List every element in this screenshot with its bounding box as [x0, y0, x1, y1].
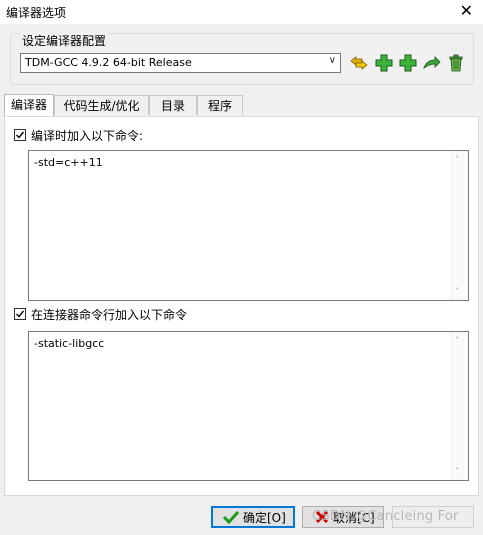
- ok-button[interactable]: 确定[O]: [211, 506, 295, 528]
- find-sets-button[interactable]: [422, 53, 442, 73]
- find-sets-icon: [423, 56, 441, 70]
- rename-set-icon: [350, 56, 368, 70]
- delete-set-button[interactable]: [446, 53, 466, 73]
- compile-cmd-checkbox[interactable]: [14, 129, 26, 141]
- window-title: 编译器选项: [6, 6, 67, 20]
- compile-cmd-label: 编译时加入以下命令:: [31, 129, 144, 143]
- compiler-set-select[interactable]: TDM-GCC 4.9.2 64-bit Release ∨: [20, 53, 341, 73]
- compile-cmd-textarea[interactable]: -std=c++11 ˄ ˅: [28, 150, 469, 301]
- checkmark-icon: [223, 510, 239, 524]
- tab-codegen[interactable]: 代码生成/优化: [54, 95, 149, 115]
- rename-set-button[interactable]: [349, 53, 369, 73]
- compile-cmd-scrollbar[interactable]: ˄ ˅: [451, 151, 468, 300]
- scroll-down-icon[interactable]: ˅: [455, 287, 459, 296]
- add-set-icon: [375, 54, 393, 72]
- ok-label: 确定[O]: [243, 510, 286, 525]
- scroll-down-icon[interactable]: ˅: [455, 467, 459, 476]
- linker-cmd-textarea[interactable]: -static-libgcc ˄ ˅: [28, 331, 469, 481]
- tab-label: 程序: [207, 99, 232, 113]
- tab-label: 编译器: [10, 98, 47, 112]
- compiler-set-value: TDM-GCC 4.9.2 64-bit Release: [25, 56, 192, 69]
- watermark-text: CSDN @Cancleing For: [312, 509, 459, 524]
- linker-cmd-scrollbar[interactable]: ˄ ˅: [451, 332, 468, 480]
- add-set-button[interactable]: [374, 53, 394, 73]
- add-set-from-folder-button[interactable]: [398, 53, 418, 73]
- chevron-down-icon: ∨: [328, 55, 336, 66]
- tab-programs[interactable]: 程序: [197, 95, 243, 115]
- tab-label: 目录: [160, 99, 185, 113]
- linker-cmd-label: 在连接器命令行加入以下命令: [31, 308, 188, 322]
- add-set-from-folder-icon: [399, 54, 417, 72]
- linker-cmd-text: -static-libgcc: [34, 337, 105, 350]
- tab-compiler[interactable]: 编译器: [4, 94, 54, 116]
- compiler-set-label: 设定编译器配置: [20, 32, 109, 49]
- linker-cmd-checkbox[interactable]: [14, 308, 26, 320]
- delete-set-icon: [449, 54, 463, 72]
- checkmark-icon: [16, 310, 25, 318]
- tab-label: 代码生成/优化: [63, 99, 140, 113]
- scroll-up-icon[interactable]: ˄: [455, 336, 459, 345]
- scroll-up-icon[interactable]: ˄: [455, 155, 459, 164]
- checkmark-icon: [16, 131, 25, 139]
- compile-cmd-text: -std=c++11: [34, 156, 103, 169]
- tab-directories[interactable]: 目录: [149, 95, 197, 115]
- close-icon[interactable]: ✕: [460, 2, 473, 20]
- title-bar: 编译器选项 ✕: [0, 0, 483, 24]
